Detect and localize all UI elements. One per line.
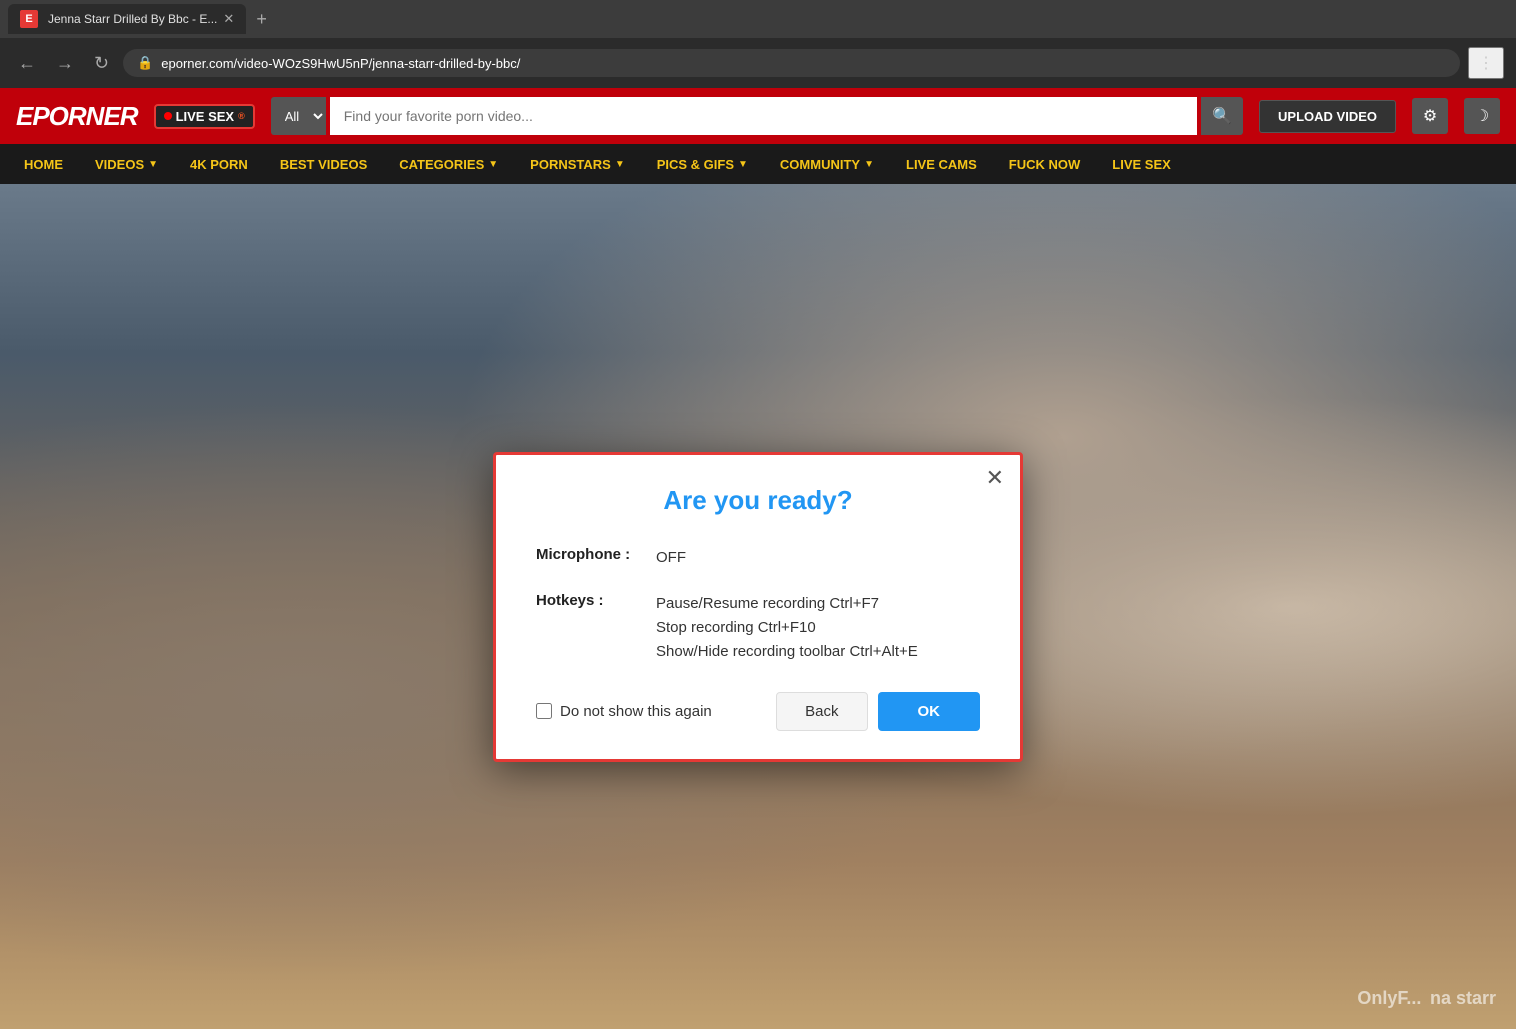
- address-text: eporner.com/video-WOzS9HwU5nP/jenna-star…: [161, 56, 520, 71]
- nav-item-best-videos[interactable]: BEST VIDEOS: [264, 144, 383, 184]
- nav-item-videos[interactable]: VIDEOS ▼: [79, 144, 174, 184]
- nav-item-fuck-now[interactable]: FUCK NOW: [993, 144, 1097, 184]
- darkmode-icon-btn[interactable]: ☽: [1464, 98, 1500, 134]
- modal-footer: Do not show this again Back OK: [536, 692, 980, 731]
- tab-bar: E Jenna Starr Drilled By Bbc - E... ✕ +: [0, 0, 1516, 38]
- search-area: All 🔍: [271, 97, 1243, 135]
- modal-title: Are you ready?: [536, 485, 980, 516]
- nav-item-4kporn[interactable]: 4K PORN: [174, 144, 264, 184]
- address-bar[interactable]: 🔒 eporner.com/video-WOzS9HwU5nP/jenna-st…: [123, 49, 1460, 77]
- nav-menu: HOME VIDEOS ▼ 4K PORN BEST VIDEOS CATEGO…: [0, 144, 1516, 184]
- modal-box: ✕ Are you ready? Microphone : OFF Hotkey…: [493, 452, 1023, 762]
- modal-close-btn[interactable]: ✕: [986, 467, 1004, 489]
- microphone-label: Microphone :: [536, 546, 656, 563]
- lock-icon: 🔒: [137, 55, 153, 71]
- nav-item-live-sex[interactable]: LIVE SEX: [1096, 144, 1187, 184]
- nav-item-pics-gifs[interactable]: PICS & GIFS ▼: [641, 144, 764, 184]
- content-area: OnlyF... na starr ✕ Are you ready? Micro…: [0, 184, 1516, 1029]
- live-sex-badge[interactable]: LIVE SEX ®: [154, 104, 255, 129]
- modal-buttons: Back OK: [776, 692, 980, 731]
- community-arrow-icon: ▼: [864, 159, 874, 170]
- tab-close-btn[interactable]: ✕: [223, 11, 234, 27]
- hotkeys-row: Hotkeys : Pause/Resume recording Ctrl+F7…: [536, 592, 980, 664]
- videos-arrow-icon: ▼: [148, 159, 158, 170]
- back-button[interactable]: Back: [776, 692, 867, 731]
- settings-btn[interactable]: ⋮: [1468, 47, 1504, 79]
- browser-nav-bar: ← → ↻ 🔒 eporner.com/video-WOzS9HwU5nP/je…: [0, 38, 1516, 88]
- modal-overlay: ✕ Are you ready? Microphone : OFF Hotkey…: [0, 184, 1516, 1029]
- hotkey-line-2: Stop recording Ctrl+F10: [656, 616, 918, 640]
- hotkeys-label: Hotkeys :: [536, 592, 656, 609]
- tab-title: Jenna Starr Drilled By Bbc - E...: [48, 12, 217, 26]
- nav-item-home[interactable]: HOME: [8, 144, 79, 184]
- browser-actions: ⋮: [1468, 47, 1504, 79]
- upload-video-btn[interactable]: UPLOAD VIDEO: [1259, 100, 1396, 133]
- microphone-row: Microphone : OFF: [536, 546, 980, 570]
- nav-item-live-cams[interactable]: LIVE CAMS: [890, 144, 993, 184]
- nav-item-pornstars[interactable]: PORNSTARS ▼: [514, 144, 641, 184]
- do-not-show-checkbox[interactable]: [536, 703, 552, 719]
- do-not-show-label: Do not show this again: [560, 703, 712, 720]
- search-filter-select[interactable]: All: [271, 97, 326, 135]
- microphone-value: OFF: [656, 546, 686, 570]
- refresh-btn[interactable]: ↻: [88, 50, 115, 76]
- nav-item-community[interactable]: COMMUNITY ▼: [764, 144, 890, 184]
- hotkeys-value: Pause/Resume recording Ctrl+F7 Stop reco…: [656, 592, 918, 664]
- search-input[interactable]: [330, 97, 1197, 135]
- tab-favicon: E: [20, 10, 38, 28]
- search-button[interactable]: 🔍: [1201, 97, 1243, 135]
- site-header: EPORNER LIVE SEX ® All 🔍 UPLOAD VIDEO ⚙ …: [0, 88, 1516, 144]
- new-tab-btn[interactable]: +: [250, 9, 273, 30]
- do-not-show-checkbox-label[interactable]: Do not show this again: [536, 703, 712, 720]
- live-sex-label: LIVE SEX: [176, 109, 235, 124]
- categories-arrow-icon: ▼: [488, 159, 498, 170]
- ok-button[interactable]: OK: [878, 692, 981, 731]
- back-btn[interactable]: ←: [12, 50, 42, 76]
- site-logo[interactable]: EPORNER: [16, 101, 138, 132]
- browser-chrome: E Jenna Starr Drilled By Bbc - E... ✕ + …: [0, 0, 1516, 88]
- pornstars-arrow-icon: ▼: [615, 159, 625, 170]
- pics-gifs-arrow-icon: ▼: [738, 159, 748, 170]
- active-tab[interactable]: E Jenna Starr Drilled By Bbc - E... ✕: [8, 4, 246, 34]
- hotkey-line-3: Show/Hide recording toolbar Ctrl+Alt+E: [656, 640, 918, 664]
- hotkey-line-1: Pause/Resume recording Ctrl+F7: [656, 592, 918, 616]
- nav-item-categories[interactable]: CATEGORIES ▼: [383, 144, 514, 184]
- site-wrapper: EPORNER LIVE SEX ® All 🔍 UPLOAD VIDEO ⚙ …: [0, 88, 1516, 1029]
- live-dot: [164, 112, 172, 120]
- settings-icon-btn[interactable]: ⚙: [1412, 98, 1448, 134]
- forward-btn[interactable]: →: [50, 50, 80, 76]
- live-sex-sup: ®: [238, 111, 245, 121]
